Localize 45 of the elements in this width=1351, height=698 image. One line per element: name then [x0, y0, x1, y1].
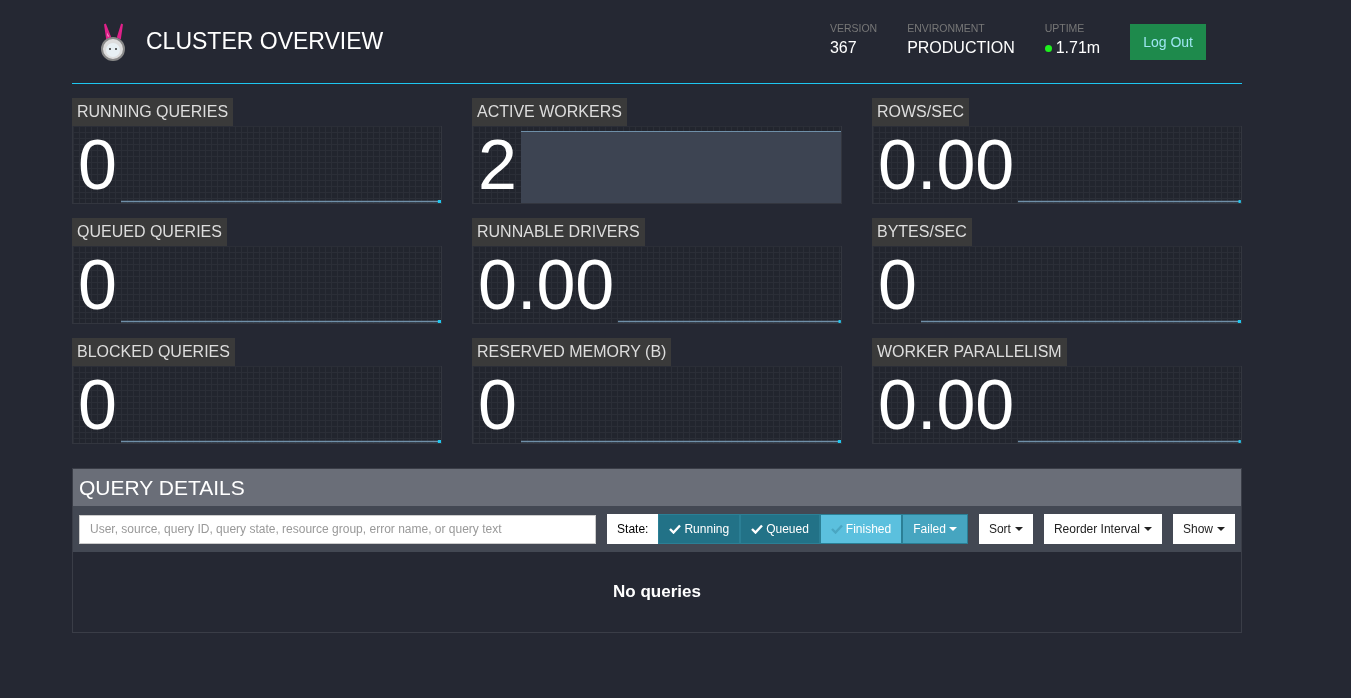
stat-value: 367	[829, 39, 857, 57]
stat-value: PRODUCTION	[907, 39, 1015, 57]
metric-label: BYTES/SEC	[872, 218, 972, 246]
check-icon	[830, 524, 843, 534]
metric-value: 0	[77, 247, 118, 323]
caret-icon	[1014, 527, 1023, 531]
metric-label: RUNNABLE DRIVERS	[472, 218, 645, 246]
state-label: State:	[607, 514, 659, 544]
metric-value: 0.00	[477, 247, 616, 323]
metric-label: RUNNING QUERIES	[72, 98, 234, 126]
metric-label: ACTIVE WORKERS	[472, 98, 627, 126]
metric-value: 0	[877, 247, 918, 323]
metric-label: RESERVED MEMORY (B)	[472, 338, 672, 366]
metric-value: 0.00	[877, 367, 1016, 443]
stat-label: ENVIRONMENT	[907, 22, 986, 34]
caret-icon	[1143, 527, 1152, 531]
dropdown-button[interactable]: Reorder Interval	[1043, 514, 1162, 544]
caret-icon	[1217, 527, 1225, 531]
state-filter-button[interactable]: Running	[658, 514, 741, 544]
metric-value: 2	[477, 127, 518, 203]
status-dot-icon	[1044, 44, 1052, 52]
stat-value: 1.71m	[1055, 39, 1101, 57]
metric-value: 0	[477, 367, 518, 443]
state-filter-button[interactable]: Queued	[740, 514, 820, 544]
metric-label: QUEUED QUERIES	[72, 218, 227, 246]
empty-message: No queries	[613, 582, 701, 602]
metric-label: ROWS/SEC	[872, 98, 970, 126]
stat-label: UPTIME	[1044, 22, 1086, 34]
metric-label: WORKER PARALLELISM	[872, 338, 1067, 366]
state-filter-button[interactable]: Failed	[902, 514, 968, 544]
check-icon	[669, 524, 682, 534]
page-title: CLUSTER OVERVIEW	[146, 28, 384, 55]
bunny-logo-icon	[98, 21, 128, 62]
check-icon	[751, 524, 764, 534]
logout-button[interactable]: Log Out	[1130, 23, 1206, 60]
metric-value: 0	[77, 367, 118, 443]
dropdown-button[interactable]: Show	[1172, 514, 1235, 544]
metric-label: BLOCKED QUERIES	[72, 338, 235, 366]
stat-label: VERSION	[829, 22, 878, 34]
search-field[interactable]: User, source, query ID, query state, resource group, error name, or query text	[79, 514, 597, 544]
metric-value: 0	[77, 127, 118, 203]
metric-value: 0.00	[877, 127, 1016, 203]
dropdown-button[interactable]: Sort	[978, 514, 1033, 544]
section-title: QUERY DETAILS	[73, 469, 1241, 506]
caret-icon	[948, 527, 957, 531]
